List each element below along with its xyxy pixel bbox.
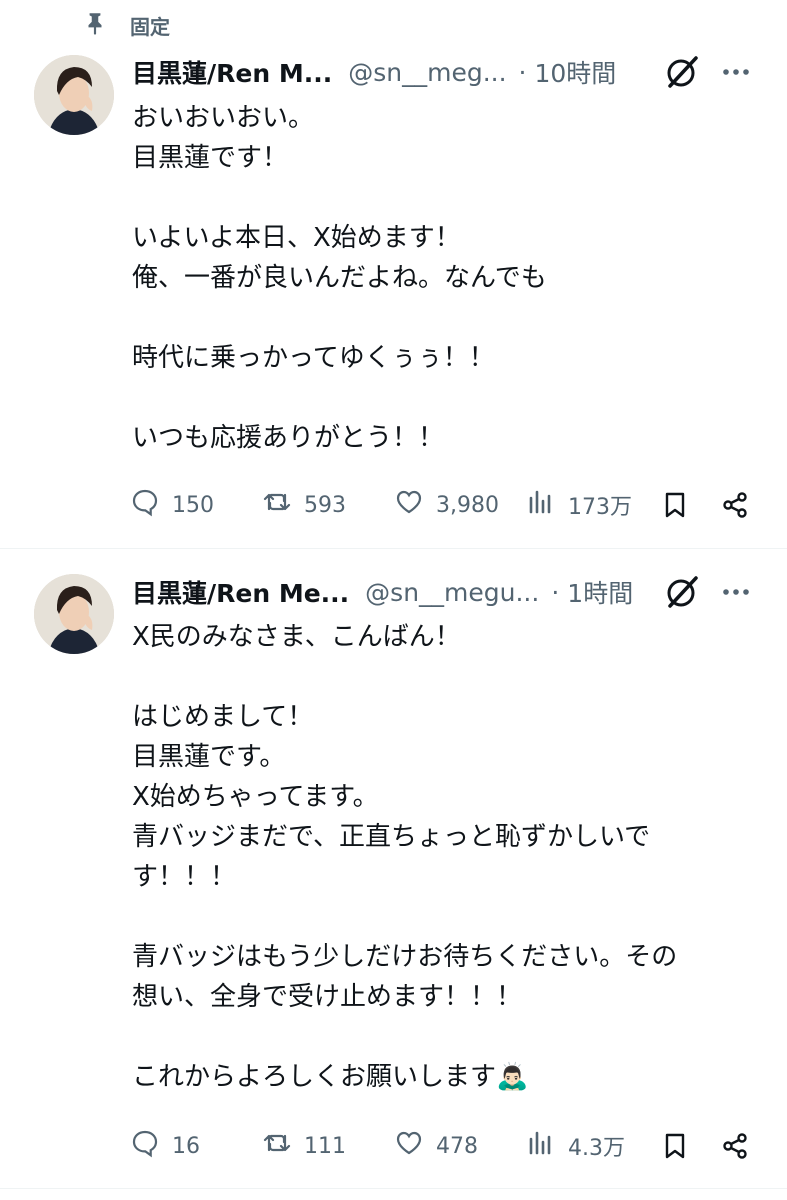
bookmark-icon[interactable] — [660, 1122, 690, 1170]
like-button[interactable]: 478 — [394, 1122, 478, 1170]
tweet-line: 青バッジはもう少しだけお待ちください。その — [132, 942, 678, 972]
display-name[interactable]: 目黒蓮/Ren Me... — [132, 574, 349, 610]
share-icon[interactable] — [720, 481, 750, 529]
view-count: 173万 — [568, 495, 632, 520]
repost-count: 111 — [304, 1133, 346, 1159]
tweet-line — [132, 657, 772, 697]
like-count: 3,980 — [436, 492, 499, 518]
reply-count: 16 — [172, 1133, 200, 1159]
tweet-line: X民のみなさま、こんばん！ — [132, 622, 461, 652]
user-handle[interactable]: @sn__meg... — [348, 58, 506, 87]
separator-dot: · — [518, 57, 527, 87]
tweet-divider — [0, 548, 787, 549]
grok-icon[interactable] — [664, 54, 700, 90]
tweet-line: 目黒蓮です！ — [132, 143, 289, 173]
views-button[interactable]: 4.3万 — [526, 1122, 625, 1170]
share-icon[interactable] — [720, 1122, 750, 1170]
views-button[interactable]: 173万 — [526, 481, 632, 529]
reply-icon — [130, 487, 160, 523]
tweet-line: す！！！ — [132, 862, 237, 892]
repost-icon — [262, 1128, 292, 1164]
tweet-line: 青バッジまだで、正直ちょっと恥ずかしいで — [132, 822, 651, 852]
reply-icon — [130, 1128, 160, 1164]
pin-icon — [82, 10, 108, 41]
tweet-text: おいおいおい。 目黒蓮です！ いよいよ本日、X始めます！ 俺、一番が良いんだよね… — [132, 98, 772, 458]
heart-icon — [394, 1128, 424, 1164]
like-button[interactable]: 3,980 — [394, 481, 499, 529]
views-icon — [526, 487, 556, 523]
repost-button[interactable]: 111 — [262, 1122, 346, 1170]
avatar[interactable] — [34, 574, 114, 654]
tweet-line: はじめまして！ — [132, 702, 314, 732]
tweet-divider — [0, 1188, 787, 1189]
reply-count: 150 — [172, 492, 214, 518]
tweet-actions: 150 593 3,980 173万 — [130, 481, 759, 529]
more-options-icon[interactable] — [720, 56, 752, 88]
repost-icon — [262, 487, 292, 523]
tweet-line: 目黒蓮です。 — [132, 742, 286, 772]
tweet-line: いよいよ本日、X始めます！ — [132, 223, 461, 253]
reply-button[interactable]: 16 — [130, 1122, 200, 1170]
grok-icon[interactable] — [664, 574, 700, 610]
repost-button[interactable]: 593 — [262, 481, 346, 529]
tweet-line — [132, 298, 772, 338]
tweet-line — [132, 378, 772, 418]
timestamp[interactable]: 10時間 — [535, 54, 617, 90]
tweet-line — [132, 1017, 772, 1057]
repost-count: 593 — [304, 492, 346, 518]
tweet-line: これからよろしくお願いします🙇🏻‍♂️ — [132, 1062, 529, 1092]
separator-dot: · — [551, 577, 560, 607]
tweet-line: X始めちゃってます。 — [132, 782, 379, 812]
like-count: 478 — [436, 1133, 478, 1159]
tweet-line: 俺、一番が良いんだよね。なんでも — [132, 263, 547, 293]
pinned-label: 固定 — [130, 14, 170, 39]
tweet-actions: 16 111 478 4.3万 — [130, 1122, 759, 1170]
timestamp[interactable]: 1時間 — [567, 574, 633, 610]
avatar[interactable] — [34, 55, 114, 135]
display-name[interactable]: 目黒蓮/Ren M... — [132, 54, 332, 90]
tweet-text: X民のみなさま、こんばん！ はじめまして！ 目黒蓮です。 X始めちゃってます。 … — [132, 617, 772, 1097]
more-options-icon[interactable] — [720, 576, 752, 608]
tweet-line: 想い、全身で受け止めます！！！ — [132, 982, 523, 1012]
bookmark-icon[interactable] — [660, 481, 690, 529]
heart-icon — [394, 487, 424, 523]
tweet-line: おいおいおい。 — [132, 103, 315, 133]
tweet-line — [132, 897, 772, 937]
views-icon — [526, 1128, 556, 1164]
user-handle[interactable]: @sn__megu... — [365, 578, 539, 607]
tweet-line — [132, 178, 772, 218]
view-count: 4.3万 — [568, 1136, 625, 1161]
reply-button[interactable]: 150 — [130, 481, 214, 529]
tweet-line: 時代に乗っかってゆくぅぅ！！ — [132, 343, 495, 373]
pinned-indicator: 固定 — [82, 10, 170, 40]
tweet-line: いつも応援ありがとう！！ — [132, 423, 445, 453]
